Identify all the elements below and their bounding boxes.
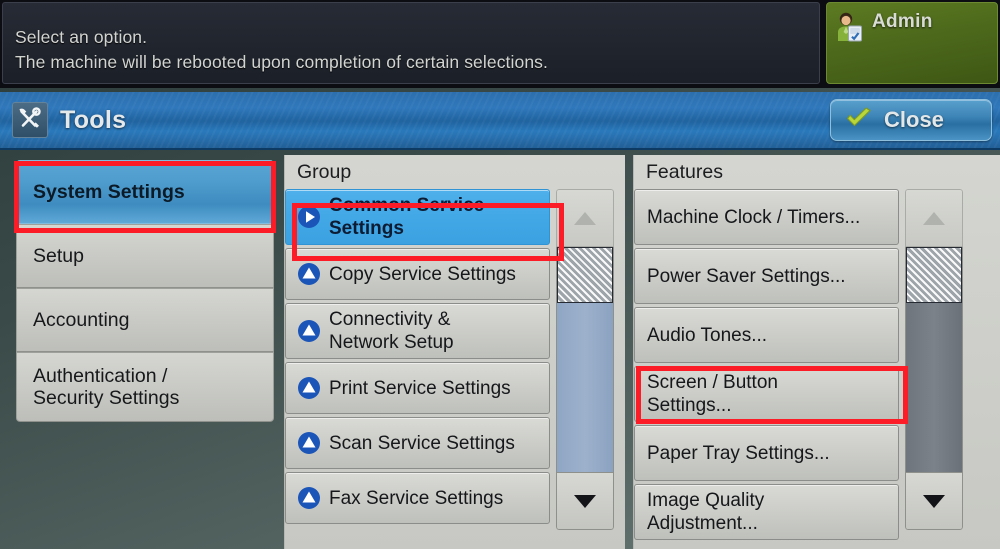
feature-item-power-saver-settings[interactable]: Power Saver Settings... (634, 248, 899, 304)
sidebar-item-authentication-security-settings[interactable]: Authentication / Security Settings (16, 352, 274, 422)
scroll-down-arrow-icon[interactable] (905, 472, 963, 530)
group-item-print-service-settings[interactable]: Print Service Settings (285, 362, 550, 414)
scroll-up-arrow-icon[interactable] (905, 189, 963, 247)
sidebar-item-label: System Settings (33, 181, 185, 203)
feature-item-label: Screen / Button Settings... (647, 371, 778, 417)
feature-item-label: Paper Tray Settings... (647, 442, 830, 465)
admin-user-card-icon (835, 11, 865, 43)
group-list: Common Service Settings Copy Service Set… (285, 189, 550, 530)
status-bar: Select an option. The machine will be re… (0, 0, 1000, 88)
feature-item-image-quality-adjustment[interactable]: Image Quality Adjustment... (634, 484, 899, 540)
tools-header-bar: Tools Close (0, 92, 1000, 150)
features-scrollbar-thumb[interactable] (906, 247, 962, 303)
group-item-copy-service-settings[interactable]: Copy Service Settings (285, 248, 550, 300)
checkmark-icon (845, 106, 873, 135)
features-scrollbar-track[interactable] (905, 247, 963, 472)
group-scrollbar-track[interactable] (556, 247, 614, 472)
page-title: Tools (60, 106, 126, 135)
sidebar-item-system-settings[interactable]: System Settings (16, 160, 274, 224)
feature-item-label: Audio Tones... (647, 324, 767, 347)
sidebar-item-accounting[interactable]: Accounting (16, 288, 274, 352)
sidebar-item-label: Accounting (33, 309, 129, 331)
group-item-scan-service-settings[interactable]: Scan Service Settings (285, 417, 550, 469)
group-panel-header: Group (285, 155, 625, 189)
features-scrollbar[interactable] (905, 189, 963, 530)
group-list-wrap: Common Service Settings Copy Service Set… (285, 189, 625, 530)
feature-item-paper-tray-settings[interactable]: Paper Tray Settings... (634, 425, 899, 481)
feature-item-screen-button-settings[interactable]: Screen / Button Settings... (634, 366, 899, 422)
status-message-line-2: The machine will be rebooted upon comple… (15, 50, 819, 75)
feature-item-audio-tones[interactable]: Audio Tones... (634, 307, 899, 363)
group-item-label: Connectivity & Network Setup (329, 308, 454, 354)
play-triangle-right-icon (296, 204, 322, 230)
triangle-up-icon (296, 375, 322, 401)
feature-item-label: Image Quality Adjustment... (647, 489, 764, 535)
group-scrollbar-thumb[interactable] (557, 247, 613, 303)
group-item-label: Copy Service Settings (329, 263, 516, 286)
group-item-label: Fax Service Settings (329, 487, 503, 510)
scroll-down-arrow-icon[interactable] (556, 472, 614, 530)
scroll-up-arrow-icon[interactable] (556, 189, 614, 247)
triangle-up-icon (296, 318, 322, 344)
tools-wrench-screwdriver-icon (12, 102, 48, 138)
group-item-fax-service-settings[interactable]: Fax Service Settings (285, 472, 550, 524)
group-item-common-service-settings[interactable]: Common Service Settings (285, 189, 550, 245)
tools-title-group: Tools (12, 102, 126, 138)
category-sidebar: System Settings Setup Accounting Authent… (16, 160, 274, 422)
group-item-label: Print Service Settings (329, 377, 511, 400)
admin-badge-content: Admin (835, 9, 933, 43)
feature-item-label: Machine Clock / Timers... (647, 206, 860, 229)
features-panel: Features Machine Clock / Timers... Power… (633, 155, 1000, 549)
group-item-label: Common Service Settings (329, 194, 484, 240)
group-scrollbar[interactable] (556, 189, 614, 530)
feature-item-label: Power Saver Settings... (647, 265, 846, 288)
features-list-wrap: Machine Clock / Timers... Power Saver Se… (634, 189, 1000, 543)
group-panel: Group Common Service Settings (284, 155, 625, 549)
features-panel-header: Features (634, 155, 1000, 189)
feature-item-machine-clock-timers[interactable]: Machine Clock / Timers... (634, 189, 899, 245)
status-message-panel: Select an option. The machine will be re… (2, 2, 820, 84)
admin-badge[interactable]: Admin (826, 2, 998, 84)
close-button[interactable]: Close (830, 99, 992, 141)
status-message-line-1: Select an option. (15, 25, 819, 50)
sidebar-item-setup[interactable]: Setup (16, 224, 274, 288)
close-button-label: Close (884, 107, 944, 133)
triangle-up-icon (296, 261, 322, 287)
triangle-up-icon (296, 485, 322, 511)
sidebar-item-label: Setup (33, 245, 84, 267)
printer-control-panel-screen: Select an option. The machine will be re… (0, 0, 1000, 549)
group-item-label: Scan Service Settings (329, 432, 515, 455)
sidebar-item-label: Authentication / Security Settings (33, 365, 179, 409)
admin-label: Admin (872, 11, 933, 33)
triangle-up-icon (296, 430, 322, 456)
features-list: Machine Clock / Timers... Power Saver Se… (634, 189, 899, 543)
group-item-connectivity-network-setup[interactable]: Connectivity & Network Setup (285, 303, 550, 359)
